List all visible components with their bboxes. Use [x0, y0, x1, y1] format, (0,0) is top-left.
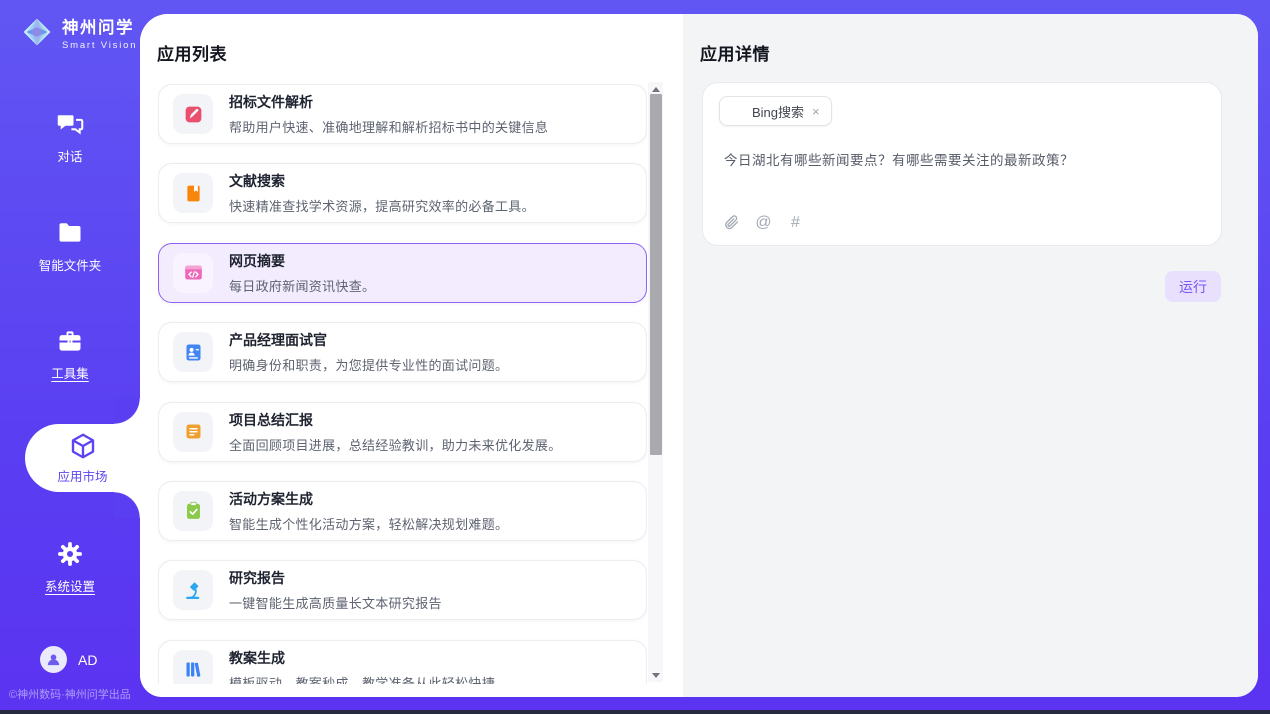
sidebar-item-label: 系统设置	[45, 576, 95, 595]
app-card-desc: 全面回顾项目进展，总结经验教训，助力未来优化发展。	[229, 435, 562, 454]
query-input-card[interactable]: Bing搜索 × 今日湖北有哪些新闻要点？有哪些需要关注的最新政策？ @#	[702, 82, 1222, 246]
scrollbar[interactable]	[648, 82, 663, 682]
input-toolbar: @#	[723, 214, 804, 231]
folder-icon	[56, 219, 84, 247]
app-card-desc: 一键智能生成高质量长文本研究报告	[229, 593, 442, 612]
edit-square-icon	[173, 94, 213, 134]
sidebar-item-label: 工具集	[51, 363, 89, 382]
sidebar-item-label: 对话	[57, 146, 82, 165]
sidebar-item-folders[interactable]: 智能文件夹	[0, 219, 140, 274]
app-card[interactable]: 产品经理面试官 明确身份和职责，为您提供专业性的面试问题。	[158, 322, 647, 382]
copyright-footer: ©神州数码·神州问学出品	[9, 686, 144, 702]
app-card-desc: 智能生成个性化活动方案，轻松解决规划难题。	[229, 514, 508, 533]
books-icon	[173, 650, 213, 684]
hash-icon[interactable]: #	[787, 214, 804, 231]
sidebar-item-label: 应用市场	[57, 466, 107, 485]
chat-icon	[56, 110, 84, 138]
app-card[interactable]: 文献搜索 快速精准查找学术资源，提高研究效率的必备工具。	[158, 163, 647, 223]
research-icon	[173, 570, 213, 610]
content-panel: 应用列表 招标文件解析 帮助用户快速、准确地理解和解析招标书中的关键信息 文献搜…	[140, 14, 1258, 697]
app-detail-title: 应用详情	[700, 40, 770, 65]
app-card-title: 产品经理面试官	[229, 330, 508, 350]
clipboard-check-icon	[173, 491, 213, 531]
sidebar-item-settings[interactable]: 系统设置	[0, 540, 140, 595]
app-card-desc: 明确身份和职责，为您提供专业性的面试问题。	[229, 355, 508, 374]
sidebar: 神州问学 Smart Vision 对话 智能文件夹 工具集 应用市场 系统设置…	[0, 0, 140, 710]
sidebar-item-label: 智能文件夹	[39, 255, 102, 274]
cube-icon	[68, 431, 98, 461]
mention-icon[interactable]: @	[755, 214, 772, 231]
app-list-title: 应用列表	[157, 40, 227, 65]
avatar	[40, 646, 67, 673]
app-card-title: 招标文件解析	[229, 92, 548, 112]
app-card-desc: 模板驱动，教案秒成，教学准备从此轻松快捷	[229, 673, 495, 684]
book-icon	[173, 173, 213, 213]
briefcase-icon	[730, 104, 745, 119]
brand-name: 神州问学	[62, 14, 137, 38]
scrollbar-thumb[interactable]	[650, 94, 662, 455]
app-card-desc: 快速精准查找学术资源，提高研究效率的必备工具。	[229, 196, 535, 215]
app-card-title: 活动方案生成	[229, 489, 508, 509]
app-card[interactable]: 招标文件解析 帮助用户快速、准确地理解和解析招标书中的关键信息	[158, 84, 647, 144]
query-input[interactable]: 今日湖北有哪些新闻要点？有哪些需要关注的最新政策？	[724, 149, 1201, 169]
app-card[interactable]: 项目总结汇报 全面回顾项目进展，总结经验教训，助力未来优化发展。	[158, 402, 647, 462]
gear-icon	[56, 540, 84, 568]
summary-icon	[173, 412, 213, 452]
app-card-title: 文献搜索	[229, 171, 535, 191]
app-detail-pane: 应用详情 Bing搜索 × 今日湖北有哪些新闻要点？有哪些需要关注的最新政策？ …	[683, 14, 1258, 697]
app-card-title: 教案生成	[229, 648, 495, 668]
scroll-down-arrow-icon[interactable]	[648, 668, 663, 682]
app-card[interactable]: 活动方案生成 智能生成个性化活动方案，轻松解决规划难题。	[158, 481, 647, 541]
app-card-title: 项目总结汇报	[229, 410, 562, 430]
tool-tag-bing-search[interactable]: Bing搜索 ×	[719, 96, 832, 126]
app-card-desc: 帮助用户快速、准确地理解和解析招标书中的关键信息	[229, 117, 548, 136]
toolbox-icon	[56, 327, 84, 355]
sidebar-item-chat[interactable]: 对话	[0, 110, 140, 165]
user-initials: AD	[78, 652, 97, 668]
app-card[interactable]: 教案生成 模板驱动，教案秒成，教学准备从此轻松快捷	[158, 640, 647, 684]
user-menu[interactable]: AD	[0, 646, 140, 673]
close-icon[interactable]: ×	[811, 104, 821, 119]
brand-tagline: Smart Vision	[62, 40, 137, 51]
app-card-title: 网页摘要	[229, 251, 375, 271]
app-card[interactable]: 研究报告 一键智能生成高质量长文本研究报告	[158, 560, 647, 620]
app-card[interactable]: 网页摘要 每日政府新闻资讯快查。	[158, 243, 647, 303]
tool-tag-label: Bing搜索	[752, 102, 804, 121]
sidebar-item-app-market[interactable]: 应用市场	[25, 424, 140, 492]
app-list-pane: 应用列表 招标文件解析 帮助用户快速、准确地理解和解析招标书中的关键信息 文献搜…	[140, 14, 683, 697]
app-card-desc: 每日政府新闻资讯快查。	[229, 276, 375, 295]
attachment-icon[interactable]	[723, 214, 740, 231]
brand-logo: 神州问学 Smart Vision	[18, 13, 137, 51]
run-button[interactable]: 运行	[1165, 271, 1221, 302]
sidebar-item-toolset[interactable]: 工具集	[0, 327, 140, 382]
bottom-bar	[0, 710, 1270, 714]
app-list: 招标文件解析 帮助用户快速、准确地理解和解析招标书中的关键信息 文献搜索 快速精…	[158, 84, 647, 684]
interview-icon	[173, 332, 213, 372]
diamond-logo-icon	[18, 13, 56, 51]
user-icon	[45, 651, 62, 668]
app-card-title: 研究报告	[229, 568, 442, 588]
webpage-icon	[173, 253, 213, 293]
